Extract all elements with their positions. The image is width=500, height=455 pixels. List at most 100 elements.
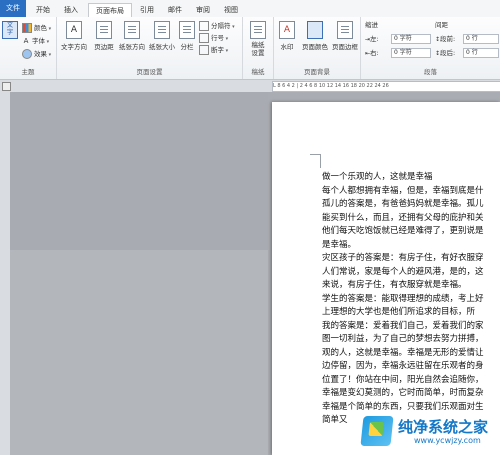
theme-group-label: 主题 — [21, 68, 35, 76]
indent-right-label: 右: — [370, 49, 379, 57]
tab-file[interactable]: 文件 — [0, 0, 26, 17]
theme-fonts-button[interactable]: A 字体 ▾ — [22, 36, 50, 46]
tab-home[interactable]: 开始 — [32, 3, 54, 17]
tab-view[interactable]: 视图 — [220, 3, 242, 17]
horizontal-ruler[interactable]: L 8 6 4 2 | 2 4 6 8 10 12 14 16 18 20 22… — [272, 81, 500, 92]
colors-icon — [22, 23, 32, 33]
orientation-label: 纸张方向 — [119, 43, 145, 51]
line-numbers-label: 行号 — [211, 34, 224, 42]
page-borders-icon — [337, 21, 353, 39]
dropdown-arrow-icon: ▾ — [47, 52, 52, 58]
document-line: 位置了！你站在中间，阳光自然会追随你， — [322, 374, 484, 385]
indent-right-input[interactable]: 0 字符 — [391, 48, 431, 58]
margins-label: 页边距 — [94, 43, 114, 51]
spacing-before-input[interactable]: 0 行 — [463, 34, 499, 44]
watermark-label: 水印 — [280, 43, 294, 51]
document-line: 灾区孩子的答案是：有房子住，有好衣服穿 — [322, 253, 484, 263]
spacing-before-spinner[interactable]: 0 行 — [463, 34, 499, 44]
text-direction-button[interactable]: A 文字方向 — [59, 21, 89, 51]
tab-references[interactable]: 引用 — [136, 3, 158, 17]
ribbon: 文 字 颜色 ▾ A 字体 ▾ 效果 ▾ 主题 A 文字方向 页边距 纸张方向 纸张… — [0, 17, 500, 80]
document-line: 边停留，因为，幸福永远驻留在乐观者的身 — [322, 361, 484, 371]
page-color-button[interactable]: 页面颜色 — [300, 21, 330, 51]
hyphenation-button[interactable]: 断字 ▾ — [199, 45, 228, 55]
document-line: 幸福是个简单的东西，只要我们乐观面对生 — [322, 401, 484, 412]
ribbon-tab-bar: 文件 开始 插入 页面布局 引用 邮件 审阅 视图 — [0, 0, 500, 18]
document-line: 我的答案是：爱着我们自己，爱着我们的家 — [322, 320, 484, 331]
draft-settings-button[interactable]: 稿纸 设置 — [245, 21, 271, 57]
site-watermark: 纯净系统之家 www.ycwjzy.com — [360, 414, 494, 450]
document-line: 每个人都想拥有幸福，但是，幸福到底是什 — [322, 185, 484, 196]
fonts-label: 字体 — [32, 37, 45, 45]
margins-button[interactable]: 页边距 — [92, 21, 116, 51]
watermark-button[interactable]: A 水印 — [276, 21, 298, 51]
indent-title: 缩进 — [365, 21, 378, 29]
tab-mailings[interactable]: 邮件 — [164, 3, 186, 17]
page-setup-group: A 文字方向 页边距 纸张方向 纸张大小 分栏 分隔符 ▾ 行号 ▾ 断字 ▾ 页… — [57, 17, 243, 79]
document-line: 能买到什么，而且，还拥有父母的庇护和关 — [322, 212, 484, 223]
breaks-button[interactable]: 分隔符 ▾ — [199, 21, 235, 31]
indent-right-row: ⇤右: — [365, 48, 379, 58]
spacing-before-label: 段前: — [440, 35, 456, 43]
draft-settings-label: 稿纸 设置 — [251, 41, 265, 57]
dropdown-arrow-icon: ▾ — [224, 48, 229, 54]
document-line: 他们每天吃饱饭就已经是难得了，更别说是 — [322, 226, 484, 236]
themes-icon: 文 字 — [2, 21, 18, 39]
watermark-url: www.ycwjzy.com — [414, 436, 481, 445]
breaks-label: 分隔符 — [211, 22, 231, 30]
paragraph-group-label: 段落 — [424, 68, 437, 76]
hyphenation-icon — [199, 45, 209, 55]
spacing-before-row: ↕段前: — [435, 34, 455, 44]
size-label: 纸张大小 — [149, 43, 175, 51]
spacing-after-input[interactable]: 0 行 — [463, 48, 499, 58]
indent-left-input[interactable]: 0 字符 — [391, 34, 431, 44]
spacing-after-spinner[interactable]: 0 行 — [463, 48, 499, 58]
dropdown-arrow-icon: ▾ — [47, 26, 52, 32]
margin-corner-mark — [310, 154, 320, 155]
text-direction-label: 文字方向 — [61, 43, 87, 51]
columns-label: 分栏 — [180, 43, 194, 51]
fonts-icon: A — [23, 37, 29, 45]
document-line: 来说，有房子住，有衣服穿就是幸福。 — [322, 280, 467, 290]
draft-paper-icon — [250, 21, 266, 39]
workspace-shadow — [10, 250, 268, 455]
tab-review[interactable]: 审阅 — [192, 3, 214, 17]
page-background-group: A 水印 页面颜色 页面边框 页面背景 — [274, 17, 361, 79]
columns-button[interactable]: 分栏 — [178, 21, 196, 51]
tab-insert[interactable]: 插入 — [60, 3, 82, 17]
tab-page-layout[interactable]: 页面布局 — [88, 3, 132, 18]
indent-left-label: 左: — [370, 35, 379, 43]
watermark-title: 纯净系统之家 — [398, 418, 489, 436]
document-line: 是幸福。 — [322, 239, 357, 250]
size-button[interactable]: 纸张大小 — [148, 21, 176, 51]
page-setup-group-label: 页面设置 — [136, 68, 163, 76]
page-borders-label: 页面边框 — [332, 43, 358, 51]
background-group-label: 页面背景 — [304, 68, 330, 76]
orientation-button[interactable]: 纸张方向 — [118, 21, 146, 51]
theme-colors-button[interactable]: 颜色 ▾ — [22, 23, 51, 33]
line-numbers-button[interactable]: 行号 ▾ — [199, 33, 228, 43]
page-borders-button[interactable]: 页面边框 — [331, 21, 359, 51]
theme-group: 文 字 颜色 ▾ A 字体 ▾ 效果 ▾ 主题 — [0, 17, 57, 79]
document-page[interactable]: 做一个乐观的人，这就是幸福 每个人都想拥有幸福，但是，幸福到底是什 孤儿的答案是，有… — [272, 102, 500, 455]
paragraph-group: 缩进 间距 ⇥左: 0 字符 ⇤右: 0 字符 ↕段前: 0 行 ↕段后: 0 … — [361, 17, 500, 79]
indent-left-spinner[interactable]: 0 字符 — [391, 34, 431, 44]
themes-button[interactable]: 文 字 — [1, 21, 19, 41]
document-line: 观的人，这就是幸福。幸福是无形的爱情让 — [322, 347, 484, 358]
hyphenation-label: 断字 — [211, 46, 224, 54]
margin-corner-mark — [320, 154, 321, 168]
theme-effects-button[interactable]: 效果 ▾ — [22, 49, 51, 59]
line-numbers-icon — [199, 33, 209, 43]
draft-paper-group: 稿纸 设置 稿纸 — [243, 17, 274, 79]
page-color-label: 页面颜色 — [302, 43, 328, 51]
document-line: 孤儿的答案是，有爸爸妈妈就是幸福。孤儿 — [322, 199, 484, 209]
document-line: 人们常说，家是每个人的避风港，是的，这 — [322, 266, 484, 277]
effects-icon — [22, 49, 32, 59]
tab-selector-icon[interactable] — [2, 82, 11, 91]
document-line: 幸福是变幻莫测的，它时而简单，时而复杂 — [322, 388, 484, 398]
page-color-icon — [307, 21, 323, 39]
size-icon — [154, 21, 170, 39]
spacing-after-label: 段后: — [440, 49, 456, 57]
columns-icon — [179, 21, 195, 39]
indent-right-spinner[interactable]: 0 字符 — [391, 48, 431, 58]
